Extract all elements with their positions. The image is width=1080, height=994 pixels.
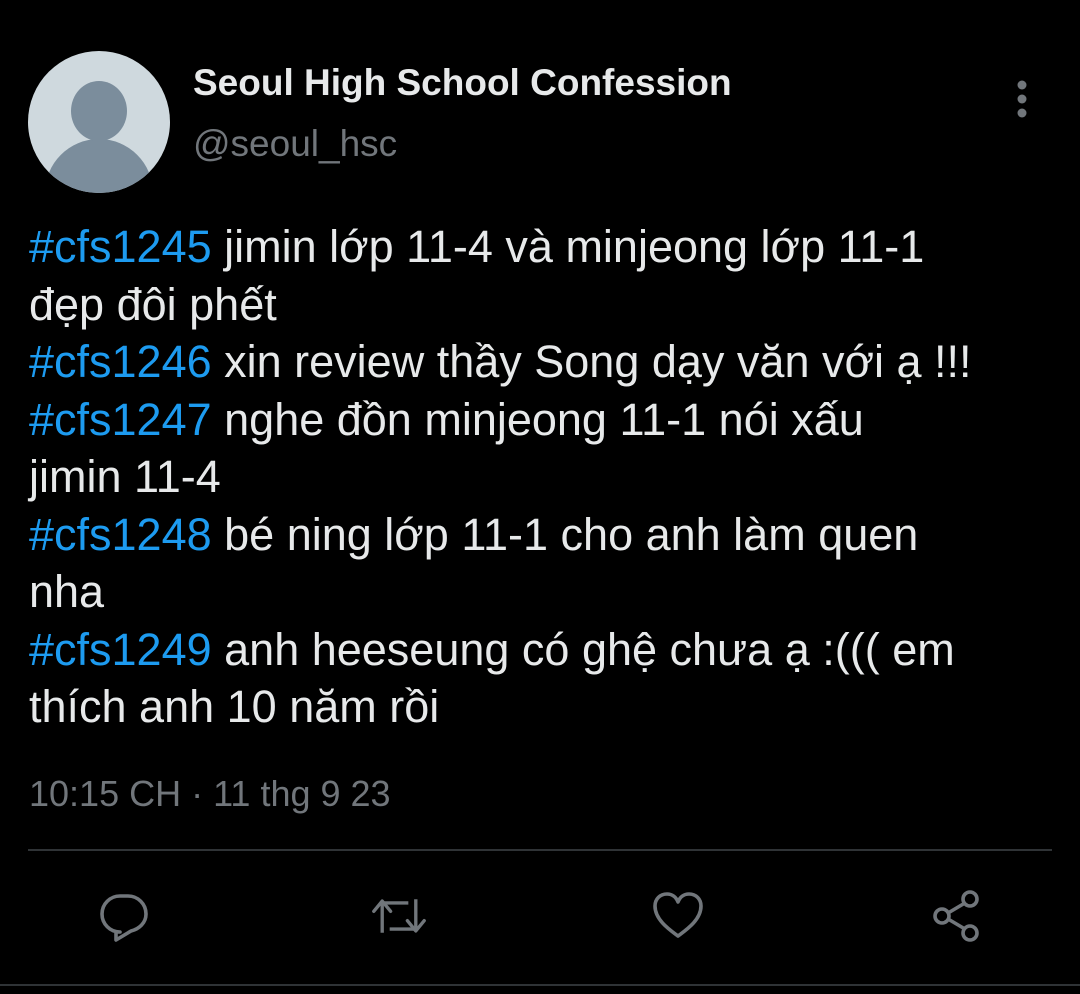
tweet-line: #cfs1245 jimin lớp 11-4 và minjeong lớp … xyxy=(29,218,1069,276)
tweet-line-text: jimin 11-4 xyxy=(29,451,221,502)
username-handle[interactable]: @seoul_hsc xyxy=(193,123,397,165)
tweet-line-text: bé ning lớp 11-1 cho anh làm quen xyxy=(211,508,919,560)
tweet-line-text: đẹp đôi phết xyxy=(29,278,277,330)
tweet-line-text: nha xyxy=(29,566,105,617)
share-icon xyxy=(933,890,979,942)
tweet-line: jimin 11-4 xyxy=(29,448,1069,506)
tweet-line: #cfs1247 nghe đồn minjeong 11-1 nói xấu xyxy=(29,391,1069,449)
tweet-line: đẹp đôi phết xyxy=(29,276,1069,334)
display-name[interactable]: Seoul High School Confession xyxy=(193,62,732,104)
tweet-line: #cfs1249 anh heeseung có ghệ chưa ạ :(((… xyxy=(29,621,1069,679)
retweet-icon xyxy=(372,899,426,933)
hashtag-link[interactable]: #cfs1248 xyxy=(29,509,212,560)
tweet-line-text: nghe đồn minjeong 11-1 nói xấu xyxy=(211,393,864,445)
tweet-line: thích anh 10 năm rồi xyxy=(29,678,1069,736)
default-avatar-icon xyxy=(45,81,153,193)
divider xyxy=(28,849,1052,851)
more-vertical-icon xyxy=(1017,80,1027,118)
avatar[interactable] xyxy=(28,51,170,193)
heart-icon xyxy=(653,892,703,938)
hashtag-link[interactable]: #cfs1247 xyxy=(29,394,212,445)
tweet-line-text: anh heeseung có ghệ chưa ạ :((( em xyxy=(211,623,955,675)
bottom-divider xyxy=(0,984,1080,986)
reply-button[interactable] xyxy=(96,888,152,944)
hashtag-link[interactable]: #cfs1246 xyxy=(29,336,212,387)
share-button[interactable] xyxy=(929,888,985,944)
hashtag-link[interactable]: #cfs1245 xyxy=(29,221,212,272)
tweet-line-text: jimin lớp 11-4 và minjeong lớp 11-1 xyxy=(211,221,925,272)
more-options-button[interactable] xyxy=(998,76,1046,122)
hashtag-link[interactable]: #cfs1249 xyxy=(29,624,212,675)
tweet-line: #cfs1246 xin review thầy Song dạy văn vớ… xyxy=(29,333,1069,391)
tweet-text: #cfs1245 jimin lớp 11-4 và minjeong lớp … xyxy=(29,218,1069,736)
retweet-button[interactable] xyxy=(371,888,427,944)
reply-icon xyxy=(100,894,148,942)
tweet-line-text: thích anh 10 năm rồi xyxy=(29,681,440,732)
tweet-line: nha xyxy=(29,563,1069,621)
tweet-line: #cfs1248 bé ning lớp 11-1 cho anh làm qu… xyxy=(29,506,1069,564)
tweet-line-text: xin review thầy Song dạy văn với ạ !!! xyxy=(211,336,972,387)
like-button[interactable] xyxy=(650,888,706,944)
tweet-timestamp[interactable]: 10:15 CH · 11 thg 9 23 xyxy=(29,773,391,815)
